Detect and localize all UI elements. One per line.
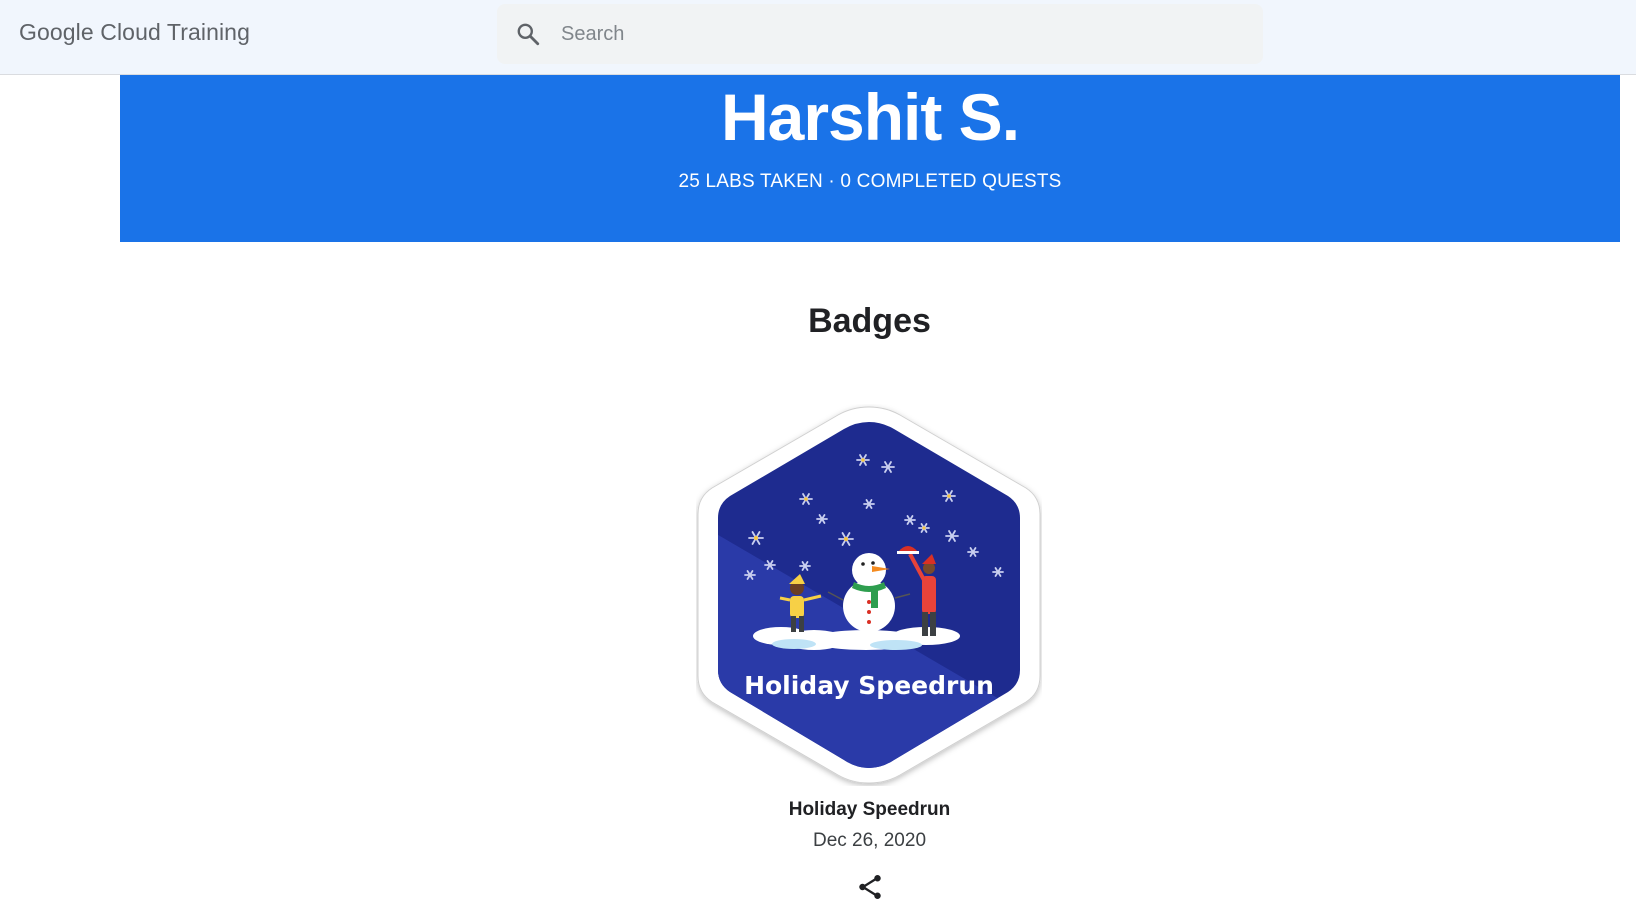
profile-stats: 25 LABS TAKEN · 0 COMPLETED QUESTS [678, 171, 1062, 192]
badge-date: Dec 26, 2020 [812, 830, 927, 851]
top-app-bar: Google Cloud Training [0, 0, 1636, 75]
badges-heading: Badges [808, 302, 931, 340]
brand-logo-text[interactable]: Google Cloud Training [19, 19, 250, 46]
search-input[interactable] [561, 4, 1241, 64]
search-bar[interactable] [497, 4, 1263, 64]
share-icon [859, 875, 881, 899]
search-icon [517, 23, 540, 46]
badge-image[interactable]: Holiday Speedrun [696, 404, 1042, 786]
share-button[interactable] [855, 872, 885, 902]
badge-card[interactable]: Holiday Speedrun [696, 404, 1042, 786]
badge-artwork-text: Holiday Speedrun [744, 671, 994, 700]
profile-hero: Harshit S. 25 LABS TAKEN · 0 COMPLETED Q… [120, 75, 1620, 242]
profile-name: Harshit S. [720, 80, 1020, 154]
badge-title[interactable]: Holiday Speedrun [0, 799, 1636, 821]
